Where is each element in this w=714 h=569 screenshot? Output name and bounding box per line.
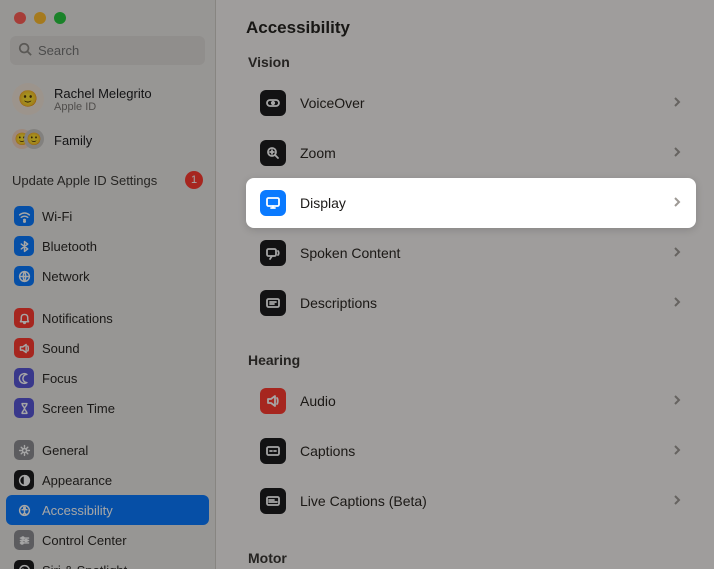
- family-label: Family: [54, 133, 92, 148]
- sidebar-item-label: Appearance: [42, 473, 112, 488]
- chevron-right-icon: [672, 246, 682, 261]
- page-title: Accessibility: [246, 18, 696, 38]
- speaker-icon: [14, 338, 34, 358]
- sidebar-item-control-center[interactable]: Control Center: [6, 525, 209, 555]
- moon-icon: [14, 368, 34, 388]
- bluetooth-icon: [14, 236, 34, 256]
- audio-icon: [260, 388, 286, 414]
- update-apple-id-row[interactable]: Update Apple ID Settings 1: [0, 157, 215, 199]
- row-live-captions-beta-[interactable]: Live Captions (Beta): [246, 476, 696, 526]
- row-display[interactable]: Display: [246, 178, 696, 228]
- spoken-icon: [260, 240, 286, 266]
- display-icon: [260, 190, 286, 216]
- sidebar: 🙂 Rachel Melegrito Apple ID 🙂🙂 Family Up…: [0, 0, 216, 569]
- sidebar-item-label: Sound: [42, 341, 80, 356]
- sidebar-item-network[interactable]: Network: [6, 261, 209, 291]
- livecaptions-icon: [260, 488, 286, 514]
- sidebar-item-siri-spotlight[interactable]: Siri & Spotlight: [6, 555, 209, 569]
- chevron-right-icon: [672, 394, 682, 409]
- sidebar-nav: Wi-Fi Bluetooth Network Notifications Sound F…: [0, 199, 215, 569]
- sidebar-item-appearance[interactable]: Appearance: [6, 465, 209, 495]
- window-traffic-lights: [0, 0, 215, 36]
- sidebar-item-label: Network: [42, 269, 90, 284]
- hourglass-icon: [14, 398, 34, 418]
- sliders-icon: [14, 530, 34, 550]
- apple-id-account[interactable]: 🙂 Rachel Melegrito Apple ID: [0, 75, 215, 123]
- row-label: Spoken Content: [300, 245, 658, 261]
- sidebar-item-focus[interactable]: Focus: [6, 363, 209, 393]
- row-label: Display: [300, 195, 658, 211]
- account-name: Rachel Melegrito: [54, 86, 152, 101]
- sidebar-item-label: Bluetooth: [42, 239, 97, 254]
- sidebar-item-label: Notifications: [42, 311, 113, 326]
- captions-icon: [260, 438, 286, 464]
- wifi-icon: [14, 206, 34, 226]
- row-spoken-content[interactable]: Spoken Content: [246, 228, 696, 278]
- section-title-motor: Motor: [248, 550, 696, 566]
- siri-icon: [14, 560, 34, 569]
- section-title-hearing: Hearing: [248, 352, 696, 368]
- chevron-right-icon: [672, 444, 682, 459]
- bell-icon: [14, 308, 34, 328]
- row-voiceover[interactable]: VoiceOver: [246, 78, 696, 128]
- sidebar-item-label: Control Center: [42, 533, 127, 548]
- descriptions-icon: [260, 290, 286, 316]
- globe-icon: [14, 266, 34, 286]
- chevron-right-icon: [672, 494, 682, 509]
- sidebar-item-screen-time[interactable]: Screen Time: [6, 393, 209, 423]
- section-title-vision: Vision: [248, 54, 696, 70]
- minimize-window-button[interactable]: [34, 12, 46, 24]
- sidebar-item-notifications[interactable]: Notifications: [6, 303, 209, 333]
- row-captions[interactable]: Captions: [246, 426, 696, 476]
- settings-window: 🙂 Rachel Melegrito Apple ID 🙂🙂 Family Up…: [0, 0, 714, 569]
- family-avatars: 🙂🙂: [12, 129, 44, 151]
- gear-icon: [14, 440, 34, 460]
- search-field[interactable]: [10, 36, 205, 65]
- sidebar-item-label: Screen Time: [42, 401, 115, 416]
- row-zoom[interactable]: Zoom: [246, 128, 696, 178]
- row-audio[interactable]: Audio: [246, 376, 696, 426]
- sidebar-item-bluetooth[interactable]: Bluetooth: [6, 231, 209, 261]
- update-label: Update Apple ID Settings: [12, 173, 157, 188]
- sidebar-item-label: Accessibility: [42, 503, 113, 518]
- row-descriptions[interactable]: Descriptions: [246, 278, 696, 328]
- avatar: 🙂: [12, 83, 44, 115]
- zoom-icon: [260, 140, 286, 166]
- sidebar-item-sound[interactable]: Sound: [6, 333, 209, 363]
- chevron-right-icon: [672, 96, 682, 111]
- content-pane: Accessibility Vision VoiceOver Zoom Display…: [216, 0, 714, 569]
- row-label: Descriptions: [300, 295, 658, 311]
- voiceover-icon: [260, 90, 286, 116]
- sidebar-item-label: General: [42, 443, 88, 458]
- sidebar-item-wi-fi[interactable]: Wi-Fi: [6, 201, 209, 231]
- sidebar-item-label: Siri & Spotlight: [42, 563, 127, 569]
- row-label: Live Captions (Beta): [300, 493, 658, 509]
- chevron-right-icon: [672, 296, 682, 311]
- sidebar-item-label: Focus: [42, 371, 77, 386]
- appearance-icon: [14, 470, 34, 490]
- row-label: VoiceOver: [300, 95, 658, 111]
- chevron-right-icon: [672, 146, 682, 161]
- chevron-right-icon: [672, 196, 682, 211]
- row-label: Audio: [300, 393, 658, 409]
- close-window-button[interactable]: [14, 12, 26, 24]
- row-label: Captions: [300, 443, 658, 459]
- sidebar-item-accessibility[interactable]: Accessibility: [6, 495, 209, 525]
- sidebar-item-label: Wi-Fi: [42, 209, 72, 224]
- update-badge: 1: [185, 171, 203, 189]
- search-icon: [18, 42, 38, 59]
- row-label: Zoom: [300, 145, 658, 161]
- search-input[interactable]: [38, 43, 197, 58]
- family-row[interactable]: 🙂🙂 Family: [0, 123, 215, 157]
- zoom-window-button[interactable]: [54, 12, 66, 24]
- sidebar-item-general[interactable]: General: [6, 435, 209, 465]
- account-sub: Apple ID: [54, 101, 152, 113]
- accessibility-icon: [14, 500, 34, 520]
